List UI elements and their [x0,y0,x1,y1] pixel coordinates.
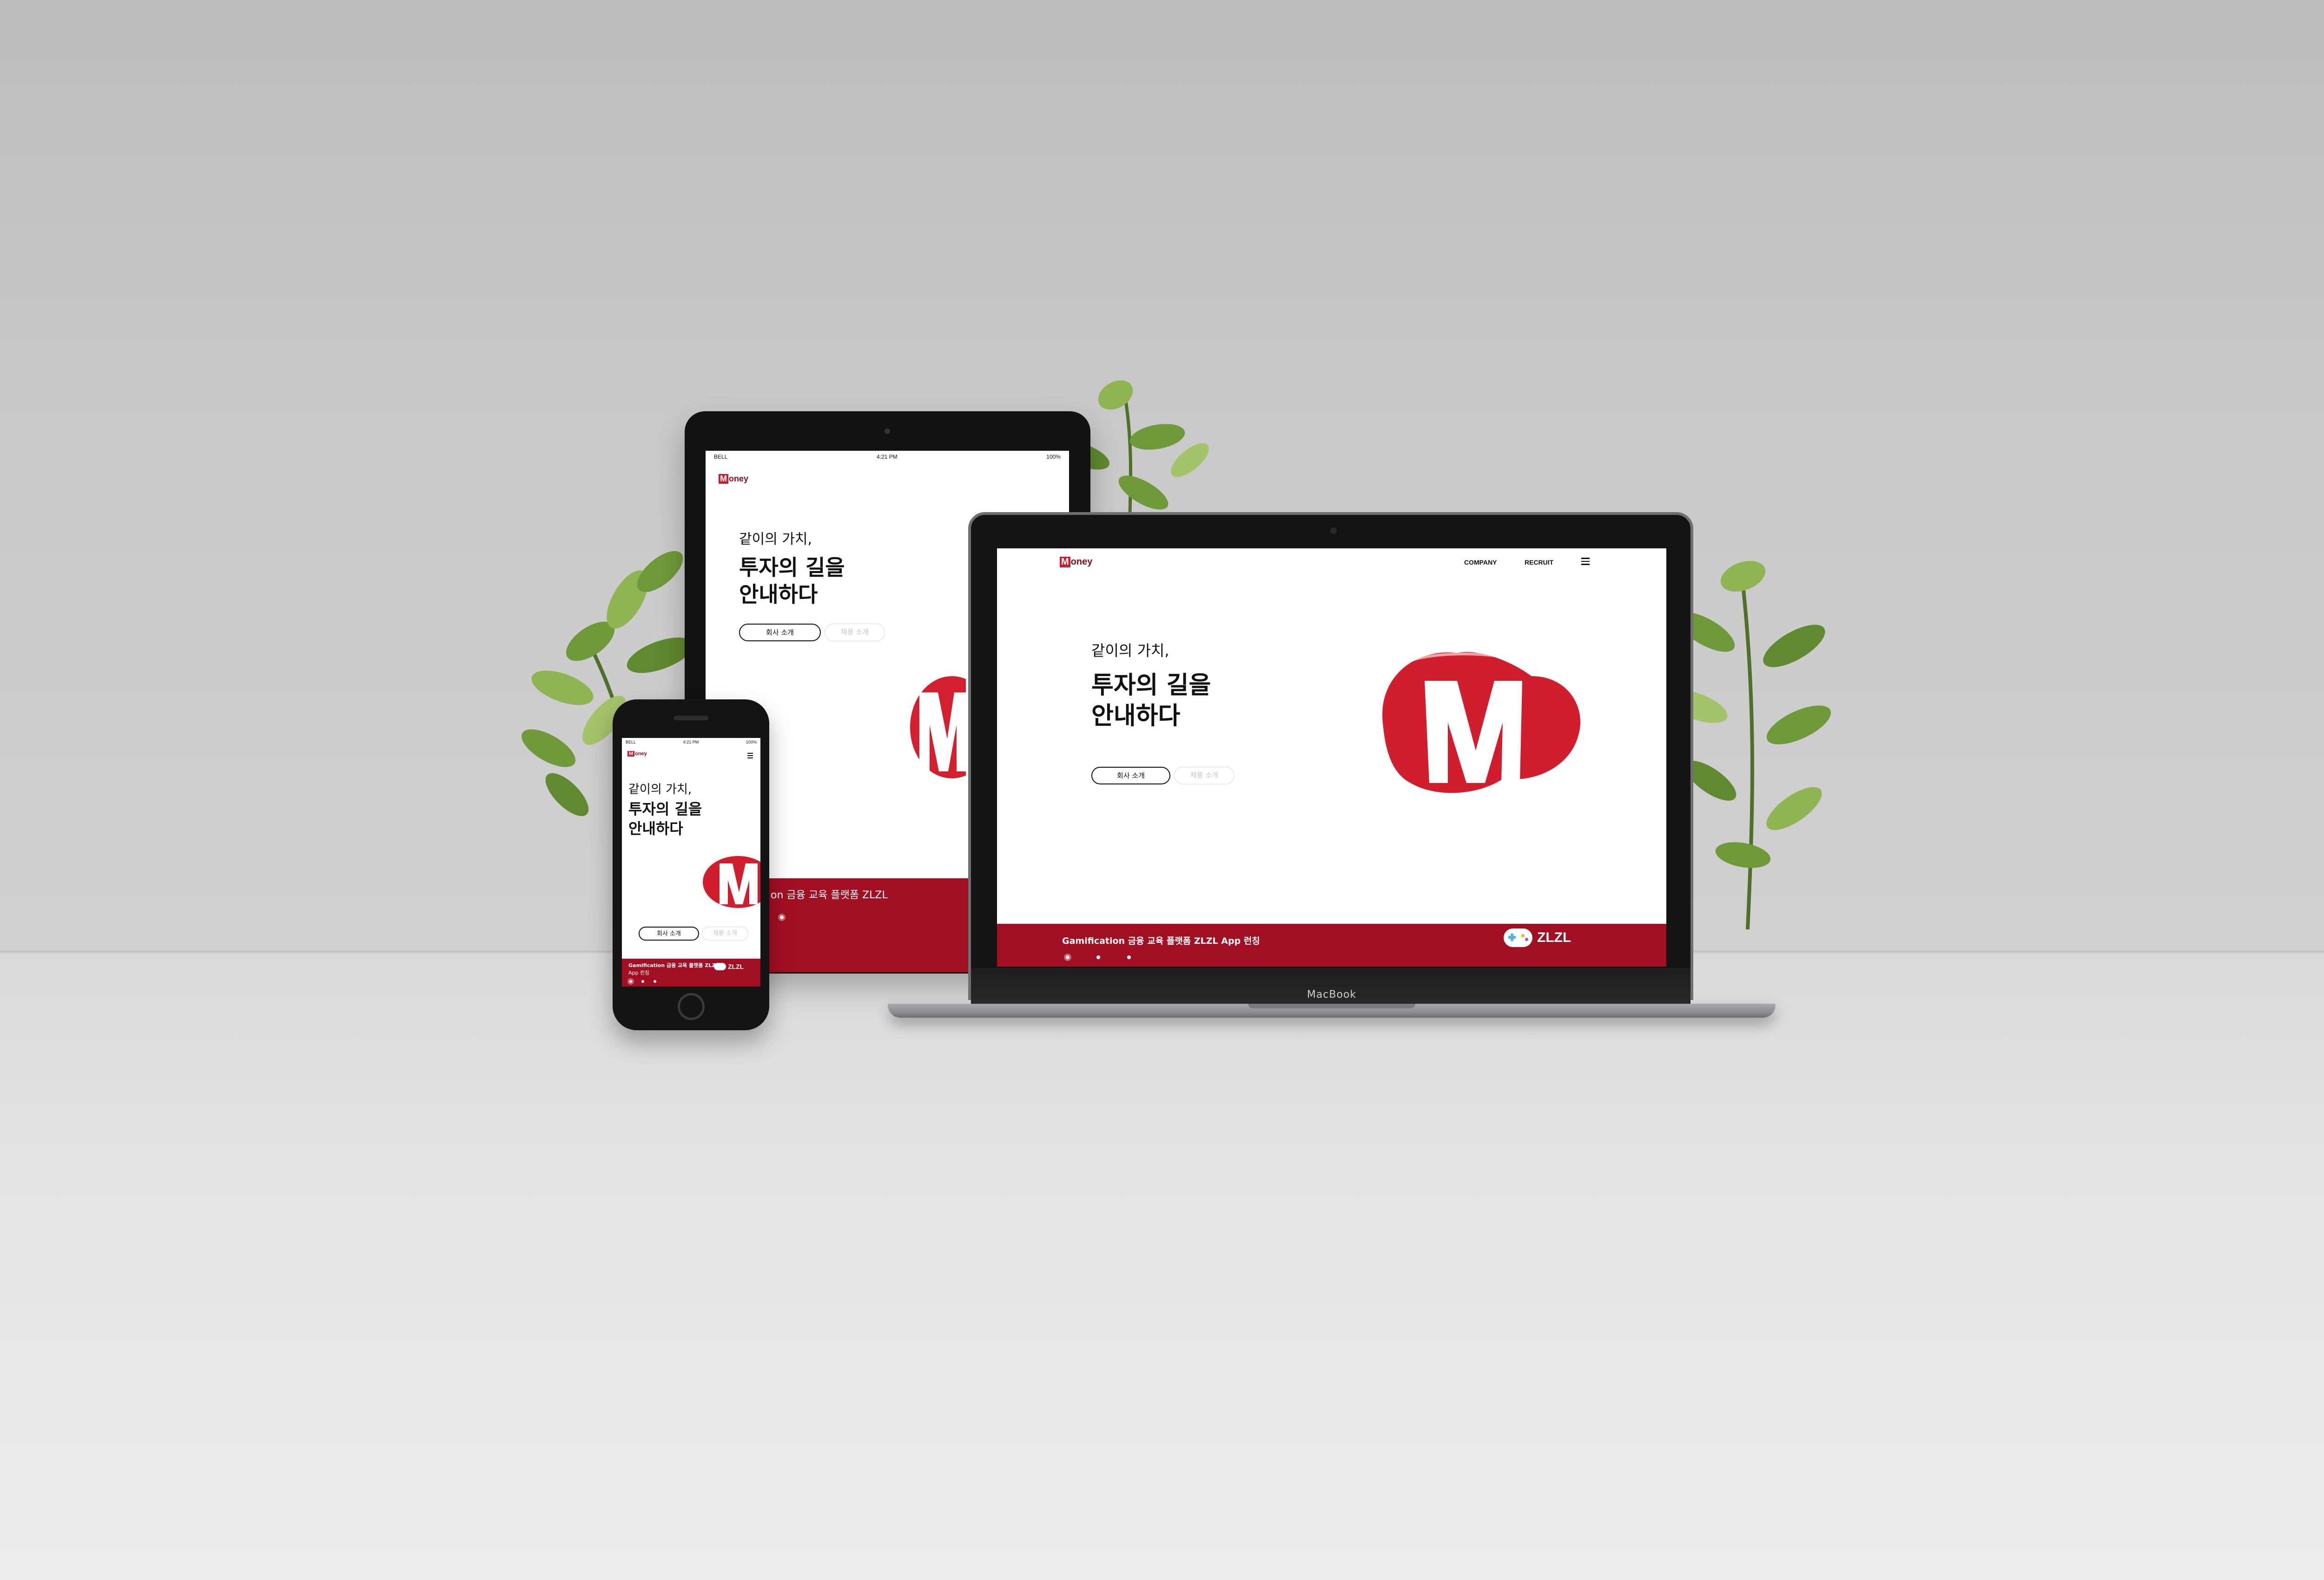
slider-dot-2[interactable] [641,980,644,983]
recruit-intro-button[interactable]: 채용 소개 [825,624,885,641]
nav-recruit[interactable]: RECRUIT [1525,559,1553,566]
hero-subtitle: 같이의 가치, [1091,642,1169,659]
phone-screen: BELL 4:21 PM 100% M oney 같이의 가치, 투자의 길을 … [622,738,760,987]
hero-title-line2: 안내하다 [1091,702,1181,730]
slider-dot-3[interactable] [654,980,656,983]
company-intro-button[interactable]: 회사 소개 [739,624,821,641]
hero-title-line1: 투자의 길을 [628,800,702,818]
hero-title-line2: 안내하다 [739,582,818,607]
zlzl-app-badge: ZLZL [1504,928,1571,947]
zlzl-wordmark: ZLZL [728,963,744,970]
company-intro-button[interactable]: 회사 소개 [1091,767,1170,784]
tablet-camera [885,428,890,434]
logo-mark: M [627,751,635,757]
slider-dot-3[interactable] [1127,955,1131,959]
hamburger-menu-icon[interactable] [1581,558,1590,565]
recruit-intro-button[interactable]: 채용 소개 [702,927,748,941]
hero-title-line2: 안내하다 [628,820,683,837]
laptop-screen: M oney COMPANY RECRUIT 같이의 가치, 투자의 길을 안내… [997,548,1666,967]
hero-subtitle: 같이의 가치, [739,531,812,547]
logo-text: oney [729,474,749,483]
hero-title-line1: 투자의 길을 [1091,672,1211,699]
banner-text-line1: Gamification 금융 교육 플랫폼 ZLZL [628,962,719,968]
phone-status-bar: BELL 4:21 PM 100% [622,738,760,746]
banner-text: on 금융 교육 플랫폼 ZLZL [771,889,888,901]
laptop-opening-notch [1248,1004,1415,1008]
hero-m-graphic [910,676,966,778]
gamepad-icon [714,963,726,970]
status-time: 4:21 PM [683,740,699,744]
logo-mark: M [719,474,728,484]
status-carrier: BELL [714,454,728,460]
site-logo[interactable]: M oney [627,751,647,757]
site-logo[interactable]: M oney [719,474,748,484]
recruit-intro-button[interactable]: 채용 소개 [1174,767,1235,784]
zlzl-app-badge: ZLZL [714,963,744,970]
tablet-status-bar: BELL 4:21 PM 100% [706,451,1069,463]
hero-m-graphic [1382,652,1581,793]
laptop-brand-label: MacBook [1307,989,1357,1001]
hero-subtitle: 같이의 가치, [628,783,692,797]
nav-company[interactable]: COMPANY [1464,559,1497,566]
slider-dot-1[interactable] [1066,955,1070,959]
phone-home-button[interactable] [678,993,705,1020]
backdrop-floor [0,953,2324,1580]
site-logo[interactable]: M oney [1060,557,1092,567]
company-intro-button[interactable]: 회사 소개 [639,927,699,941]
status-carrier: BELL [626,740,636,744]
slider-dot-1[interactable] [629,980,632,983]
logo-text: oney [1070,557,1093,567]
phone-speaker [674,716,708,720]
zlzl-wordmark: ZLZL [1537,930,1571,945]
status-battery: 100% [1046,454,1061,460]
slider-dot-1[interactable] [780,915,784,919]
logo-mark: M [1060,557,1070,567]
banner-text-line2: App 런칭 [628,970,650,976]
laptop-camera [1330,527,1337,534]
hamburger-menu-icon[interactable] [747,753,753,758]
phone-promo-banner[interactable]: Gamification 금융 교육 플랫폼 ZLZL App 런칭 ZLZL [622,959,760,987]
hero-title-line1: 투자의 길을 [739,555,845,580]
logo-text: oney [635,751,647,757]
hero-m-graphic [703,856,760,908]
slider-dot-2[interactable] [1096,955,1100,959]
laptop-promo-banner[interactable]: Gamification 금융 교육 플랫폼 ZLZL App 런칭 ZLZL [997,924,1666,967]
gamepad-icon [1504,928,1532,947]
banner-text: Gamification 금융 교육 플랫폼 ZLZL App 런칭 [1062,936,1260,946]
status-battery: 100% [746,740,757,744]
status-time: 4:21 PM [876,454,898,460]
